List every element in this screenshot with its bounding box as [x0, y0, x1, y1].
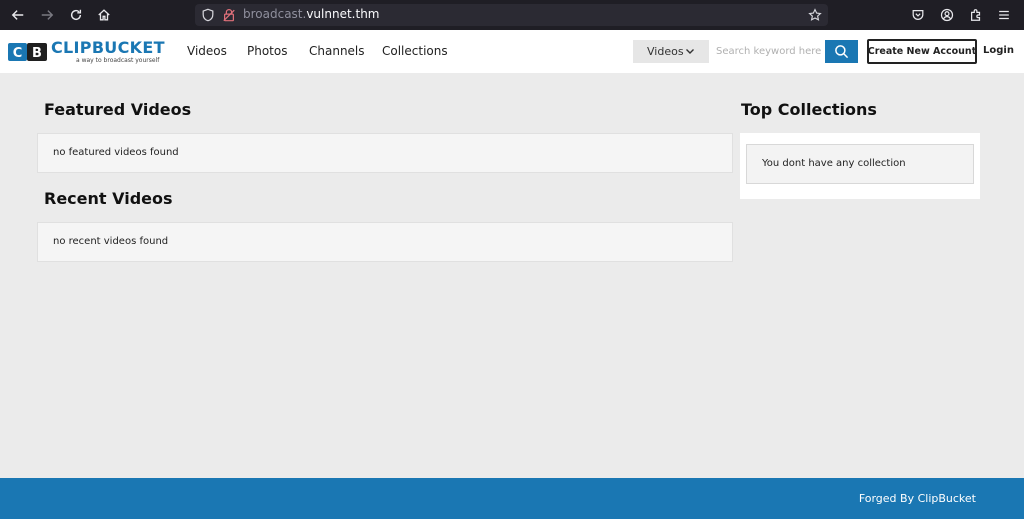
site-footer: Forged By ClipBucket	[0, 478, 1024, 519]
forward-arrow-icon[interactable]	[34, 0, 60, 30]
nav-collections[interactable]: Collections	[382, 44, 448, 58]
clipbucket-logo[interactable]: C B CLIPBUCKET a way to broadcast yourse…	[8, 38, 170, 64]
login-link[interactable]: Login	[983, 45, 1014, 56]
logo-tagline: a way to broadcast yourself	[76, 57, 160, 64]
search-type-label: Videos	[647, 45, 684, 58]
collections-empty-box: You dont have any collection	[746, 144, 974, 184]
extensions-icon[interactable]	[969, 8, 983, 22]
bookmark-star-icon[interactable]	[808, 8, 822, 22]
footer-credit: Forged By ClipBucket	[858, 492, 976, 505]
collections-empty-text: You dont have any collection	[762, 158, 906, 169]
account-icon[interactable]	[940, 8, 954, 22]
top-collections-panel: You dont have any collection	[740, 133, 980, 199]
browser-toolbar: broadcast.vulnnet.thm	[0, 0, 1024, 30]
featured-empty-text: no featured videos found	[53, 147, 179, 158]
logo-cb-icon: C B	[8, 43, 47, 61]
search-icon	[835, 45, 849, 59]
reload-icon[interactable]	[63, 0, 89, 30]
url-text: broadcast.vulnnet.thm	[243, 7, 380, 21]
search-input[interactable]	[709, 40, 825, 63]
recent-videos-title: Recent Videos	[44, 189, 173, 208]
back-arrow-icon[interactable]	[5, 0, 31, 30]
svg-text:C: C	[13, 46, 23, 61]
recent-videos-box: no recent videos found	[37, 222, 733, 262]
home-icon[interactable]	[91, 0, 117, 30]
top-collections-title: Top Collections	[741, 100, 877, 119]
pocket-icon[interactable]	[911, 8, 925, 22]
nav-videos[interactable]: Videos	[187, 44, 227, 58]
site-header: C B CLIPBUCKET a way to broadcast yourse…	[0, 30, 1024, 73]
featured-videos-box: no featured videos found	[37, 133, 733, 173]
shield-icon[interactable]	[201, 8, 215, 22]
search-type-select[interactable]: Videos	[633, 40, 709, 63]
logo-text: CLIPBUCKET	[51, 38, 165, 57]
nav-channels[interactable]: Channels	[309, 44, 365, 58]
nav-photos[interactable]: Photos	[247, 44, 287, 58]
search-button[interactable]	[825, 40, 858, 63]
menu-icon[interactable]	[997, 8, 1011, 22]
insecure-lock-icon[interactable]	[222, 8, 236, 22]
featured-videos-title: Featured Videos	[44, 100, 192, 119]
url-bar[interactable]: broadcast.vulnnet.thm	[195, 4, 828, 26]
recent-empty-text: no recent videos found	[53, 236, 169, 247]
create-account-button[interactable]: Create New Account	[867, 39, 977, 64]
chevron-down-icon	[686, 49, 694, 54]
svg-text:B: B	[32, 46, 42, 61]
